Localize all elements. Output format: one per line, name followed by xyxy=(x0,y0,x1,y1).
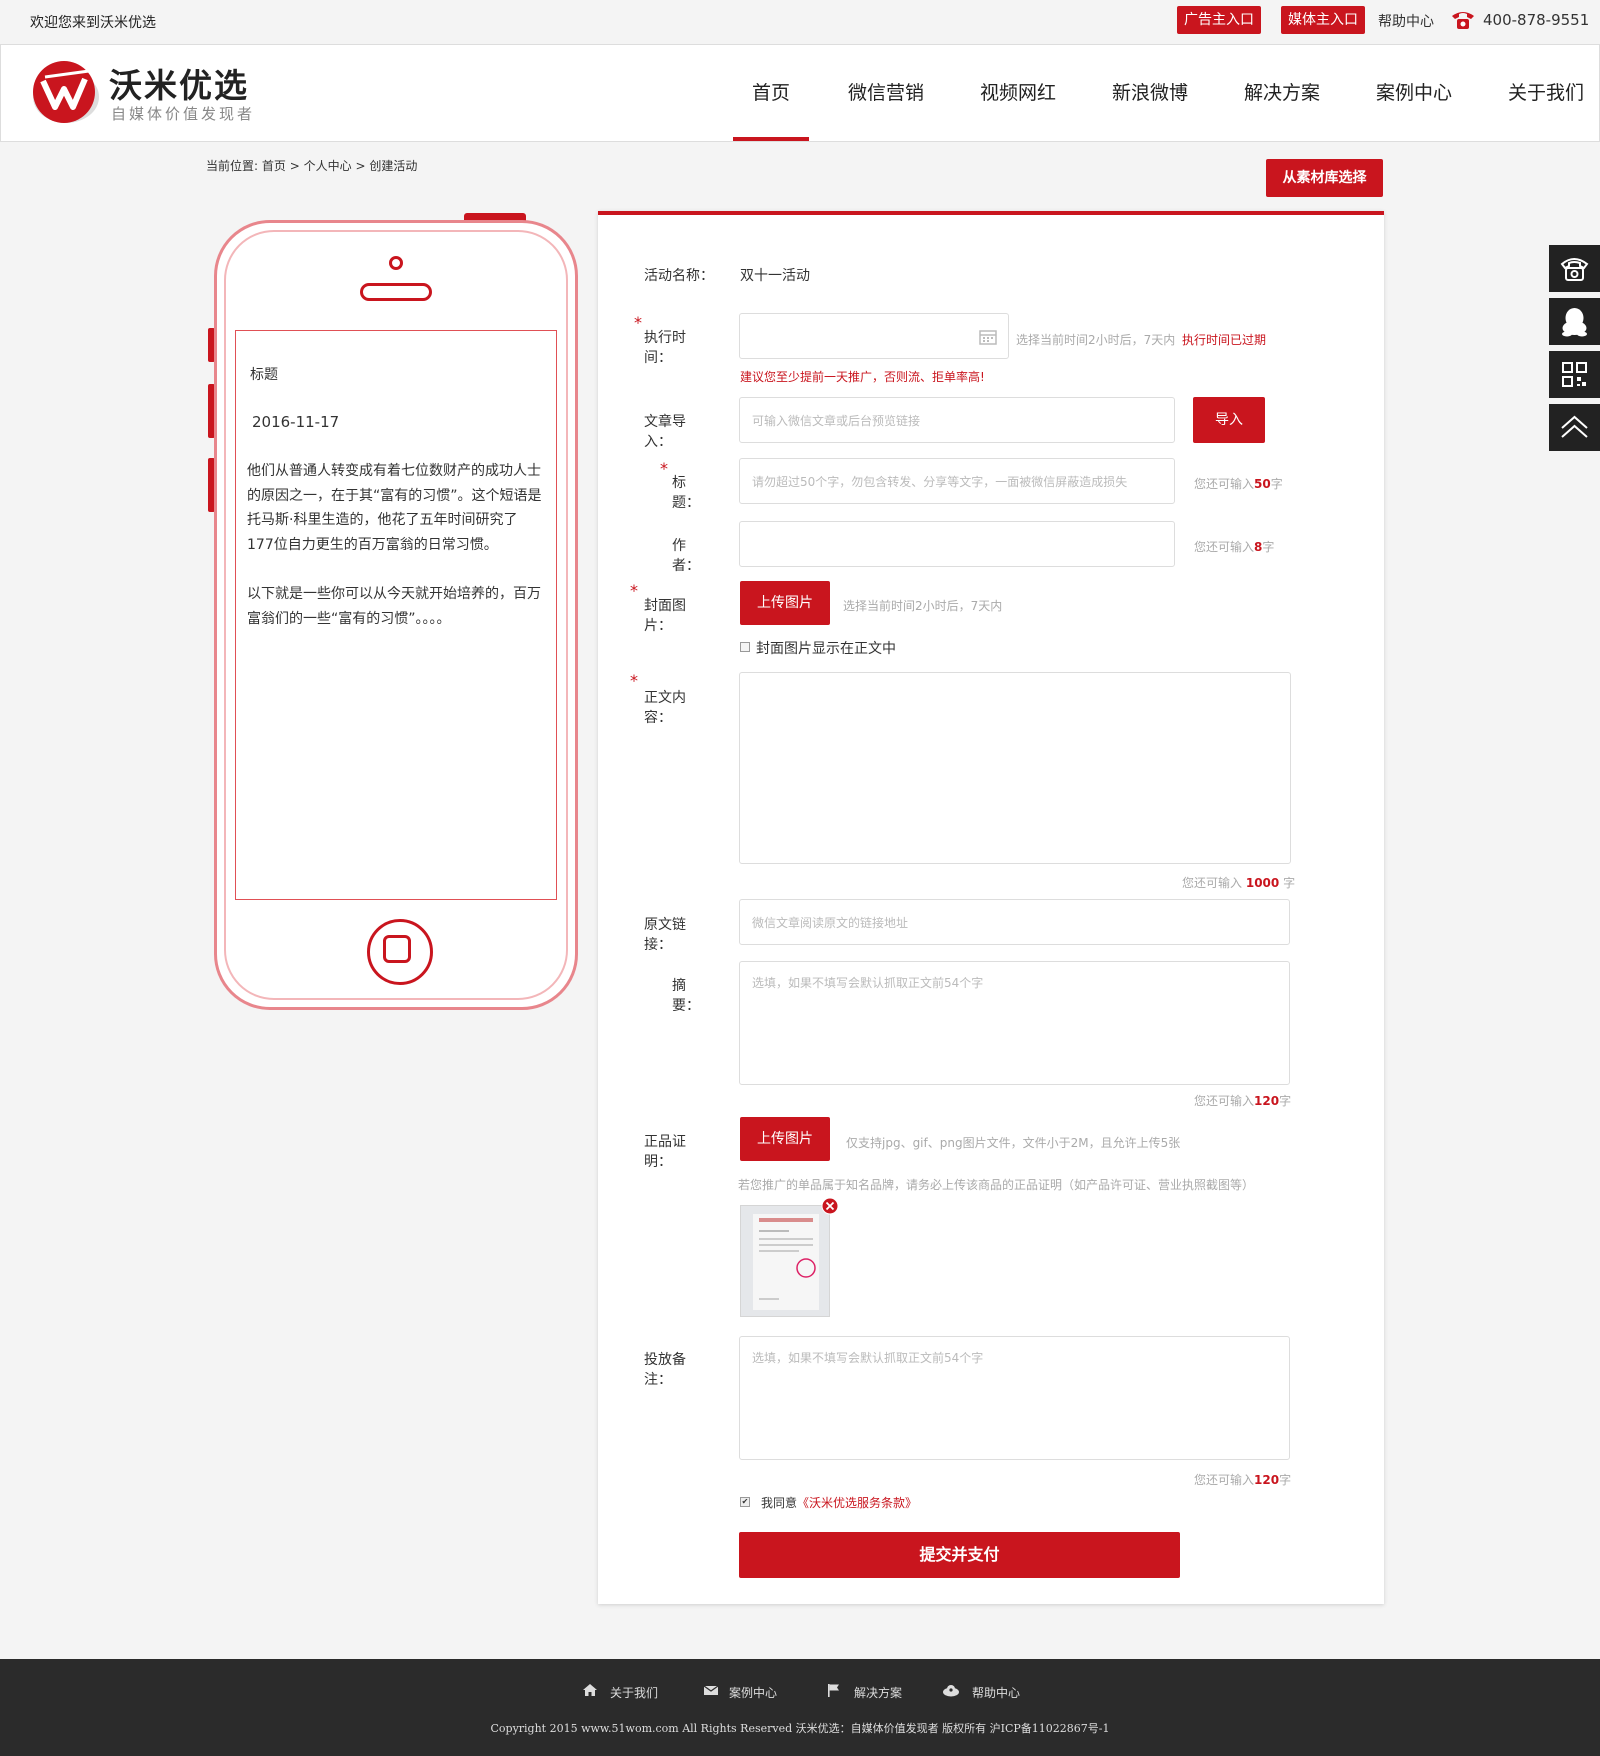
title-input[interactable]: 请勿超过50个字，勿包含转发、分享等文字，一面被微信屏蔽造成损失 xyxy=(739,458,1175,504)
cover-image-label: 封面图片： xyxy=(644,598,686,634)
import-button[interactable]: 导入 xyxy=(1193,397,1265,443)
brand-name: 沃米优选 xyxy=(109,66,249,105)
authenticity-label: 正品证明： xyxy=(644,1134,686,1170)
side-back-to-top-button[interactable] xyxy=(1549,404,1600,451)
home-square-icon xyxy=(383,935,411,963)
media-entry-button[interactable]: 媒体主入口 xyxy=(1281,6,1365,34)
chevron-right-icon: > xyxy=(355,159,366,173)
welcome-text: 欢迎您来到沃米优选 xyxy=(30,15,156,31)
calendar-icon[interactable] xyxy=(979,329,997,345)
chevron-up-icon xyxy=(1561,415,1588,438)
material-library-button[interactable]: 从素材库选择 xyxy=(1266,159,1383,197)
terms-link[interactable]: 《沃米优选服务条款》 xyxy=(797,1496,917,1510)
footer-link-solutions[interactable]: 解决方案 xyxy=(854,1684,902,1701)
cover-upload-button[interactable]: 上传图片 xyxy=(740,581,830,625)
help-cloud-icon xyxy=(943,1685,959,1697)
qq-penguin-icon xyxy=(1562,308,1587,337)
agree-checkbox[interactable]: ✔ xyxy=(740,1497,750,1507)
nav-item-wechat[interactable]: 微信营销 xyxy=(843,45,929,142)
summary-label: 摘要： xyxy=(672,978,700,1014)
exec-time-expired: 执行时间已过期 xyxy=(1182,333,1267,347)
exec-time-label: 执行时间： xyxy=(644,330,686,366)
phone-speaker-icon xyxy=(360,283,432,301)
footer-link-about[interactable]: 关于我们 xyxy=(610,1684,658,1701)
article-import-input[interactable]: 可输入微信文章或后台预览链接 xyxy=(739,397,1175,443)
footer-link-cases[interactable]: 案例中心 xyxy=(729,1684,777,1701)
help-center-link[interactable]: 帮助中心 xyxy=(1378,11,1434,31)
site-footer xyxy=(0,1659,1600,1756)
copyright-text: Copyright 2015 www.51wom.com All Rights … xyxy=(490,1722,1110,1735)
exec-time-input[interactable] xyxy=(739,313,1009,359)
agree-text: 我同意《沃米优选服务条款》 xyxy=(761,1496,918,1510)
telephone-icon xyxy=(1452,12,1474,29)
cover-show-checkbox[interactable] xyxy=(740,642,750,652)
nav-item-solutions[interactable]: 解决方案 xyxy=(1239,45,1325,142)
breadcrumb-current: 创建活动 xyxy=(369,159,418,173)
side-qq-button[interactable] xyxy=(1549,298,1600,345)
summary-textarea[interactable]: 选填，如果不填写会默认抓取正文前54个字 xyxy=(739,961,1290,1085)
qr-code-icon xyxy=(1562,362,1587,387)
submit-pay-button[interactable]: 提交并支付 xyxy=(739,1532,1180,1578)
title-label: 标题： xyxy=(672,475,700,511)
site-header: 沃米优选 自媒体价值发现者 首页 微信营销 视频网红 新浪微博 解决方案 案例中… xyxy=(0,44,1600,142)
preview-date: 2016-11-17 xyxy=(252,413,340,431)
preview-paragraph: 以下就是一些你可以从今天就开始培养的，百万富翁们的一些“富有的习惯”。。。。 xyxy=(247,586,541,627)
article-import-label: 文章导入： xyxy=(644,414,686,450)
preview-title: 标题 xyxy=(250,367,278,383)
content-label: 正文内容： xyxy=(644,690,686,726)
document-thumbnail-icon xyxy=(753,1214,819,1310)
hotline-number: 400-878-9551 xyxy=(1483,11,1590,29)
cover-show-label: 封面图片显示在正文中 xyxy=(756,641,896,657)
proof-note: 若您推广的单品属于知名品牌，请务必上传该商品的正品证明（如产品许可证、营业执照截… xyxy=(738,1178,1255,1192)
nav-item-home[interactable]: 首页 xyxy=(733,45,809,142)
proof-upload-button[interactable]: 上传图片 xyxy=(740,1117,830,1161)
nav-item-video[interactable]: 视频网红 xyxy=(975,45,1061,142)
nav-active-indicator xyxy=(733,137,809,141)
breadcrumb-prefix: 当前位置: xyxy=(206,159,259,173)
breadcrumb: 当前位置: 首页 > 个人中心 > 创建活动 xyxy=(206,157,417,174)
remove-image-icon[interactable] xyxy=(821,1197,839,1215)
notes-remaining-counter: 您还可输入120字 xyxy=(1194,1473,1292,1487)
source-link-label: 原文链接： xyxy=(644,917,686,953)
chevron-right-icon: > xyxy=(289,159,300,173)
home-icon xyxy=(583,1684,597,1696)
nav-item-weibo[interactable]: 新浪微博 xyxy=(1107,45,1193,142)
phone-camera-icon xyxy=(389,256,403,270)
telephone-icon xyxy=(1560,258,1589,281)
flag-icon xyxy=(828,1684,839,1697)
mail-icon xyxy=(703,1685,719,1695)
brand-logo[interactable] xyxy=(31,57,101,127)
author-label: 作者： xyxy=(672,538,700,574)
author-remaining-counter: 您还可输入8字 xyxy=(1194,540,1275,554)
side-phone-button[interactable] xyxy=(1549,245,1600,292)
nav-item-about[interactable]: 关于我们 xyxy=(1503,45,1589,142)
author-input[interactable] xyxy=(739,521,1175,567)
proof-thumbnail[interactable] xyxy=(740,1205,830,1317)
exec-time-warning: 建议您至少提前一天推广，否则流、拒单率高! xyxy=(740,370,985,384)
preview-paragraph: 他们从普通人转变成有着七位数财产的成功人士的原因之一，在于其“富有的习惯”。这个… xyxy=(247,463,542,553)
activity-name-label: 活动名称： xyxy=(644,268,714,284)
breadcrumb-home[interactable]: 首页 xyxy=(262,159,286,173)
side-qrcode-button[interactable] xyxy=(1549,351,1600,398)
summary-remaining-counter: 您还可输入120字 xyxy=(1194,1094,1292,1108)
advertiser-entry-button[interactable]: 广告主入口 xyxy=(1177,6,1261,34)
cover-image-hint: 选择当前时间2小时后，7天内 xyxy=(843,599,1003,613)
notes-textarea[interactable]: 选填，如果不填写会默认抓取正文前54个字 xyxy=(739,1336,1290,1460)
content-textarea[interactable] xyxy=(739,672,1291,864)
title-remaining-counter: 您还可输入50字 xyxy=(1194,477,1283,491)
footer-link-help[interactable]: 帮助中心 xyxy=(972,1684,1020,1701)
activity-name-value: 双十一活动 xyxy=(740,268,810,284)
proof-hint: 仅支持jpg、gif、png图片文件，文件小于2M，且允许上传5张 xyxy=(846,1136,1181,1150)
brand-slogan: 自媒体价值发现者 xyxy=(111,105,256,123)
exec-time-hint: 选择当前时间2小时后，7天内 xyxy=(1016,333,1176,347)
content-remaining-counter: 您还可输入 1000 字 xyxy=(1182,876,1296,890)
source-link-input[interactable]: 微信文章阅读原文的链接地址 xyxy=(739,899,1290,945)
notes-label: 投放备注： xyxy=(644,1352,686,1388)
nav-item-cases[interactable]: 案例中心 xyxy=(1371,45,1457,142)
breadcrumb-personal[interactable]: 个人中心 xyxy=(304,159,352,173)
